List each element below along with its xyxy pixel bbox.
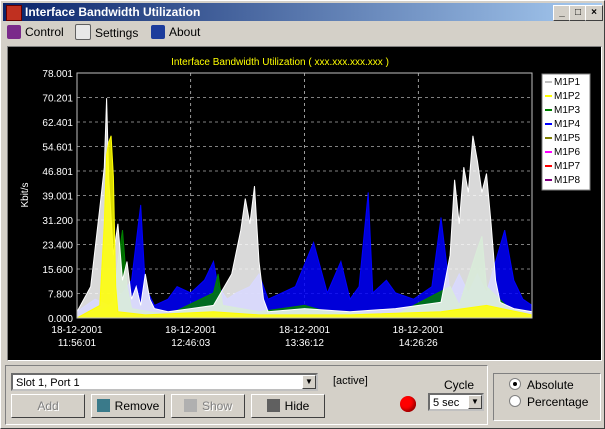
cycle-select-value: 5 sec [433,397,460,409]
y-axis-label: Kbit/s [20,182,31,207]
remove-icon [96,399,110,412]
add-button-label: Add [37,399,59,413]
x-tick-time: 11:56:01 [58,338,97,349]
radio-percentage[interactable]: Percentage [509,395,588,409]
chart-series [76,98,533,319]
chevron-down-icon[interactable]: ▼ [302,375,316,389]
legend-entry: M1P5 [554,133,581,144]
y-tick-label: 23.400 [42,241,73,252]
remove-button[interactable]: Remove [91,394,165,418]
menu-settings[interactable]: Settings [75,24,138,40]
legend-entry: M1P8 [554,175,581,186]
legend-entry: M1P4 [554,119,581,130]
legend-entry: M1P3 [554,105,581,116]
menu-control[interactable]: Control [7,24,64,40]
interface-select[interactable]: Slot 1, Port 1 ▼ [11,373,318,391]
window-title: Interface Bandwidth Utilization [25,5,201,19]
app-window: Interface Bandwidth Utilization _ □ × Co… [0,0,605,429]
record-indicator-icon [400,396,416,412]
y-tick-label: 70.201 [42,94,73,105]
interface-select-value: Slot 1, Port 1 [16,377,80,389]
x-tick-date: 18-12-2001 [279,325,331,336]
radio-percentage-label: Percentage [527,395,589,409]
radio-absolute[interactable]: Absolute [509,378,574,392]
lock-icon [266,399,280,412]
legend-entry: M1P7 [554,161,581,172]
chart-legend: M1P1 M1P2 M1P3 M1P4 M1P5 M1P6 M1P7 M1P8 [541,73,591,191]
menu-about[interactable]: About [151,24,200,40]
hide-button-label: Hide [284,399,310,413]
network-icon [7,25,21,39]
radio-absolute-indicator[interactable] [509,378,521,390]
menu-about-label: About [169,25,201,39]
x-tick-time: 14:26:26 [399,338,438,349]
chevron-down-icon[interactable]: ▼ [468,395,482,409]
cycle-label: Cycle [444,378,475,392]
y-tick-label: 7.800 [48,290,73,301]
cycle-select[interactable]: 5 sec ▼ [428,393,484,411]
remove-button-label: Remove [114,399,160,413]
y-tick-label: 0.000 [48,314,73,325]
x-tick-date: 18-12-2001 [51,325,103,336]
x-tick-time: 12:46:03 [171,338,210,349]
y-tick-label: 39.001 [42,192,73,203]
menu-bar: Control Settings About [3,22,602,42]
add-button[interactable]: Add [11,394,85,418]
legend-entry: M1P6 [554,147,581,158]
legend-entry: M1P2 [554,91,581,102]
y-tick-label: 31.200 [42,216,73,227]
book-icon [151,25,165,39]
x-tick-date: 18-12-2001 [393,325,445,336]
y-tick-label: 62.401 [42,118,73,129]
y-tick-label: 54.601 [42,143,73,154]
chart-canvas: Interface Bandwidth Utilization ( xxx.xx… [20,57,591,349]
title-bar[interactable]: Interface Bandwidth Utilization _ □ × [3,3,603,21]
status-label: [active] [333,375,368,387]
settings-icon [75,24,91,40]
y-tick-label: 78.001 [42,69,73,80]
radio-percentage-indicator[interactable] [509,395,521,407]
bandwidth-chart: Interface Bandwidth Utilization ( xxx.xx… [7,46,602,361]
x-tick-date: 18-12-2001 [165,325,217,336]
menu-control-label: Control [25,25,64,39]
pointer-icon [183,399,197,412]
y-tick-label: 15.600 [42,265,73,276]
app-icon [6,5,22,21]
legend-entry: M1P1 [554,77,581,88]
y-tick-label: 46.801 [42,167,73,178]
x-tick-time: 13:36:12 [285,338,324,349]
close-button[interactable]: × [585,5,603,21]
show-button-label: Show [201,399,233,413]
hide-button[interactable]: Hide [251,394,325,418]
show-button[interactable]: Show [171,394,245,418]
radio-absolute-label: Absolute [527,378,574,392]
chart-title: Interface Bandwidth Utilization ( xxx.xx… [171,57,389,68]
menu-settings-label: Settings [95,26,139,40]
